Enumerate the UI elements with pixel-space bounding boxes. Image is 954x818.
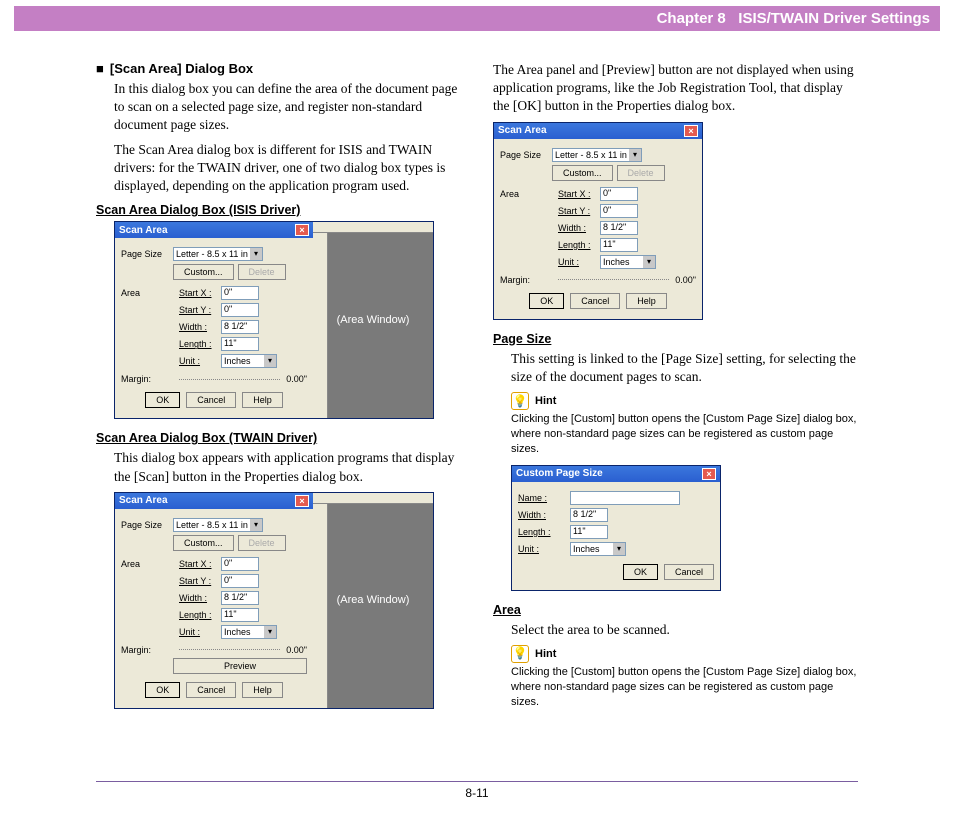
startx-input[interactable]: 0" [221,286,259,300]
width-input[interactable]: 8 1/2" [221,320,259,334]
isis-heading: Scan Area Dialog Box (ISIS Driver) [96,203,461,217]
hint-label: Hint [535,648,556,660]
field-label: Page Size [121,249,173,259]
delete-button[interactable]: Delete [238,264,286,280]
delete-button[interactable]: Delete [238,535,286,551]
field-label: Margin: [121,374,173,384]
cancel-button[interactable]: Cancel [186,682,236,698]
section-paragraph: The Area panel and [Preview] button are … [493,61,858,116]
lightbulb-icon: 💡 [511,645,529,663]
section-paragraph: Select the area to be scanned. [493,621,858,639]
custom-button[interactable]: Custom... [173,535,234,551]
chapter-number: Chapter 8 [657,10,726,27]
area-preview-panel: (Area Window) [313,493,433,708]
close-icon[interactable]: × [295,224,309,236]
page-footer: 8-11 [96,781,858,800]
ok-button[interactable]: OK [145,682,180,698]
right-column: The Area panel and [Preview] button are … [493,61,858,721]
section-paragraph: This setting is linked to the [Page Size… [493,350,858,386]
left-column: ■[Scan Area] Dialog Box In this dialog b… [96,61,461,721]
section-paragraph: The Scan Area dialog box is different fo… [96,141,461,196]
cancel-button[interactable]: Cancel [186,392,236,408]
area-preview-panel: (Area Window) [313,222,433,418]
scan-area-dialog-twain: Scan Area× Page Size Letter - 8.5 x 11 i… [114,492,434,709]
dialog-titlebar: Scan Area × [115,222,313,238]
lightbulb-icon: 💡 [511,392,529,410]
preview-button[interactable]: Preview [173,658,307,674]
twain-heading: Scan Area Dialog Box (TWAIN Driver) [96,431,461,445]
close-icon[interactable]: × [702,468,716,480]
section-paragraph: In this dialog box you can define the ar… [96,80,461,135]
hint-text: Clicking the [Custom] button opens the [… [511,665,858,710]
scan-area-dialog-compact: Scan Area× Page SizeLetter - 8.5 x 11 in… [493,122,703,320]
page-size-select[interactable]: Letter - 8.5 x 11 in▾ [173,247,263,261]
section-title: ■[Scan Area] Dialog Box [96,61,461,76]
page-number: 8-11 [465,786,488,800]
area-heading: Area [493,603,858,617]
starty-input[interactable]: 0" [221,303,259,317]
hint-label: Hint [535,395,556,407]
chapter-header: Chapter 8 ISIS/TWAIN Driver Settings [14,6,940,31]
length-input[interactable]: 11" [221,337,259,351]
chapter-title: ISIS/TWAIN Driver Settings [738,10,930,27]
close-icon[interactable]: × [295,495,309,507]
close-icon[interactable]: × [684,125,698,137]
custom-button[interactable]: Custom... [173,264,234,280]
field-label: Area [121,288,173,298]
pagesize-heading: Page Size [493,332,858,346]
scan-area-dialog-isis: Scan Area × Page Size Letter - 8.5 x 11 … [114,221,434,419]
margin-slider[interactable] [179,649,280,650]
name-input[interactable] [570,491,680,505]
page-size-select[interactable]: Letter - 8.5 x 11 in▾ [173,518,263,532]
hint-text: Clicking the [Custom] button opens the [… [511,412,858,457]
dialog-title: Scan Area [119,225,168,236]
unit-select[interactable]: Inches▾ [221,354,277,368]
square-bullet-icon: ■ [96,61,104,76]
ok-button[interactable]: OK [145,392,180,408]
custom-page-size-dialog: Custom Page Size× Name : Width :8 1/2" L… [511,465,721,591]
chevron-down-icon: ▾ [264,355,276,367]
section-paragraph: This dialog box appears with application… [96,449,461,485]
chevron-down-icon: ▾ [250,248,262,260]
help-button[interactable]: Help [242,392,283,408]
margin-slider[interactable] [179,379,280,380]
help-button[interactable]: Help [242,682,283,698]
